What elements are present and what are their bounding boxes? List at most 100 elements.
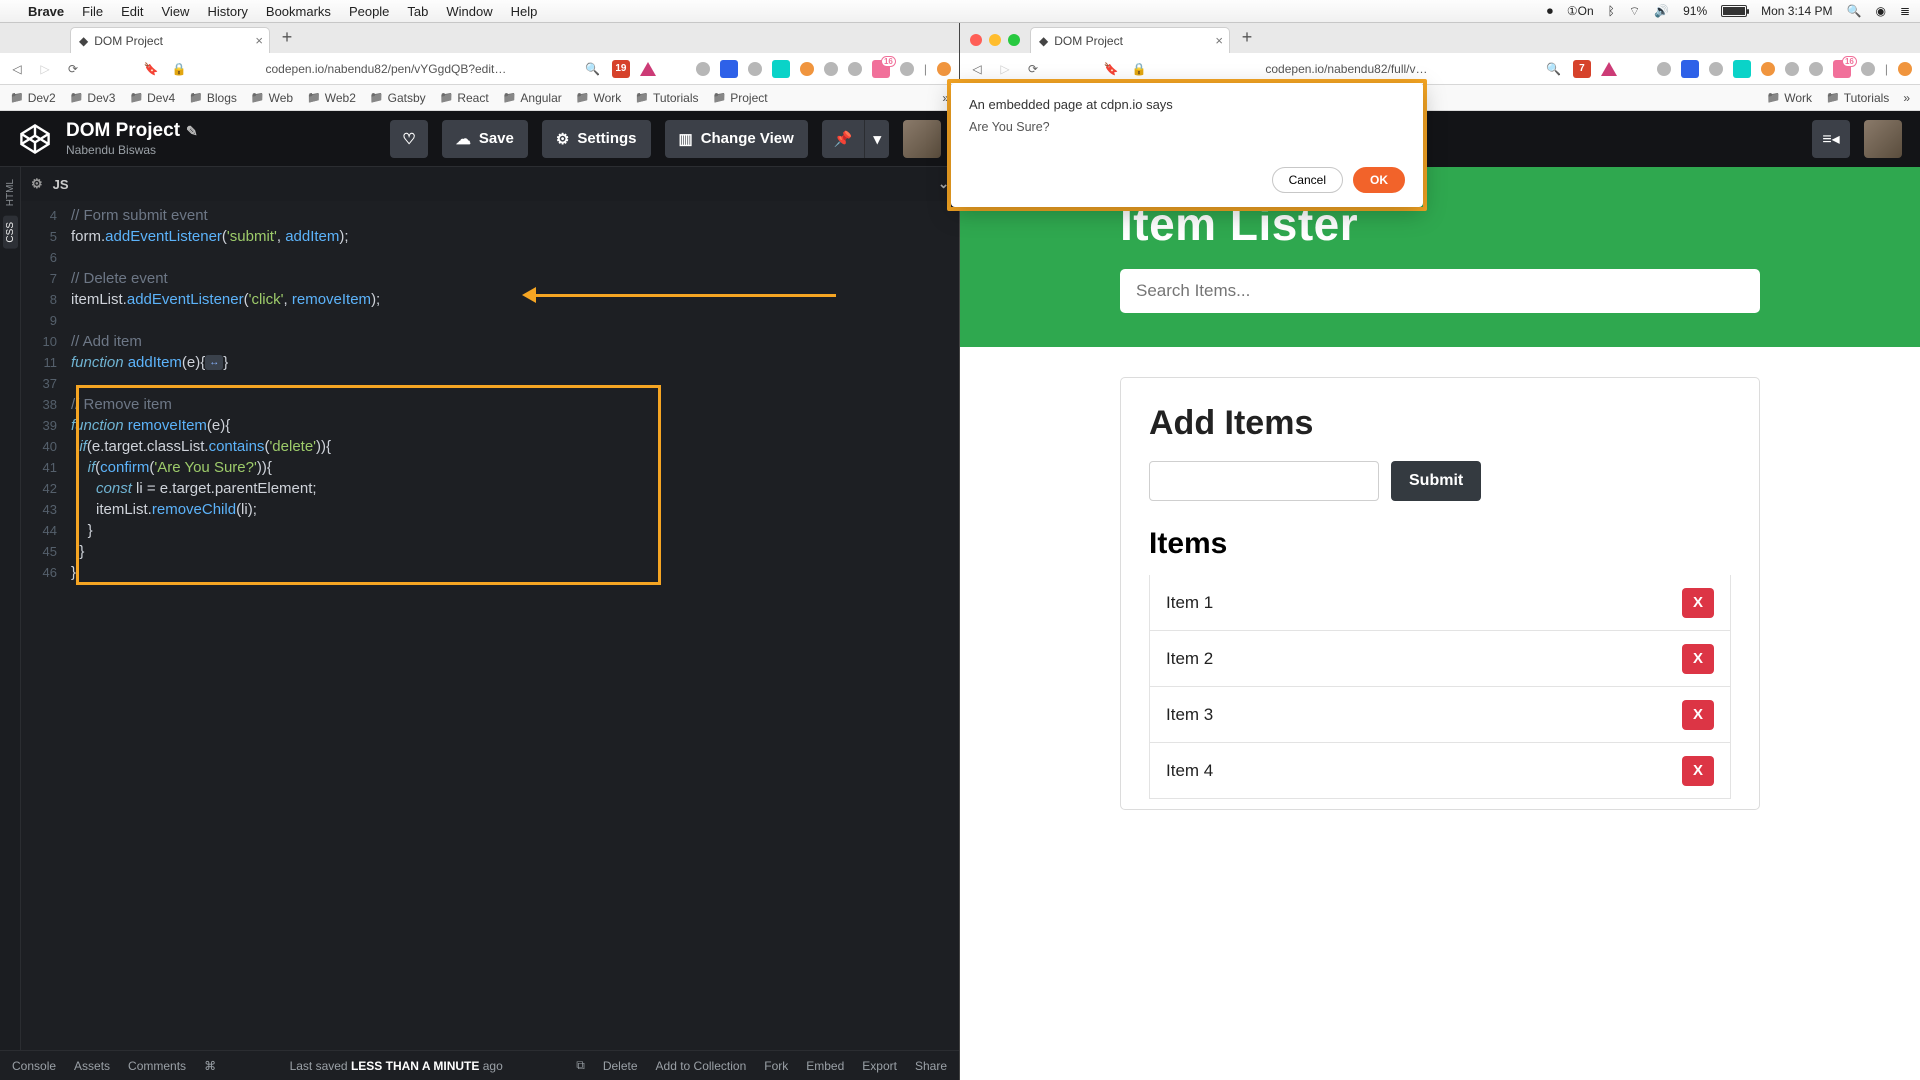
bm-folder[interactable]: Gatsby <box>370 91 426 105</box>
settings-button[interactable]: ⚙Settings <box>542 120 651 158</box>
brave-icon[interactable] <box>1601 62 1617 76</box>
traffic-lights-left[interactable] <box>10 34 60 46</box>
spotlight-icon[interactable]: 🔍 <box>1847 4 1862 18</box>
ext-icon[interactable] <box>800 62 814 76</box>
screen-record-icon[interactable]: ⏺︎ <box>1547 4 1553 19</box>
ext-icon[interactable] <box>872 60 890 78</box>
url-text[interactable]: codepen.io/nabendu82/pen/vYGgdQB?edit… <box>198 62 574 76</box>
menu-view[interactable]: View <box>162 4 190 19</box>
ext-icon[interactable] <box>1861 62 1875 76</box>
footer-share[interactable]: Share <box>915 1059 947 1073</box>
close-icon[interactable]: × <box>1215 33 1223 48</box>
ext-icon[interactable] <box>824 62 838 76</box>
delete-button[interactable]: X <box>1682 700 1714 730</box>
footer-delete[interactable]: Delete <box>603 1059 638 1073</box>
delete-button[interactable]: X <box>1682 644 1714 674</box>
browser-tab-left[interactable]: ◆ DOM Project × <box>70 27 270 53</box>
menu-window[interactable]: Window <box>446 4 492 19</box>
bm-folder[interactable]: Dev4 <box>129 91 175 105</box>
bm-overflow-icon[interactable]: » <box>942 91 949 105</box>
codepen-logo-icon[interactable] <box>18 122 52 156</box>
change-view-button[interactable]: ▥Change View <box>665 120 808 158</box>
menu-people[interactable]: People <box>349 4 389 19</box>
avatar[interactable] <box>903 120 941 158</box>
pin-dropdown-icon[interactable]: ▾ <box>864 120 889 158</box>
nav-back-icon[interactable]: ◁ <box>968 60 986 78</box>
footer-add-collection[interactable]: Add to Collection <box>656 1059 747 1073</box>
ext-icon[interactable] <box>1809 62 1823 76</box>
battery-icon[interactable] <box>1721 5 1747 17</box>
bm-folder[interactable]: Project <box>713 91 768 105</box>
ext-icon[interactable] <box>748 62 762 76</box>
ext-icon[interactable] <box>1709 62 1723 76</box>
ext-icon[interactable] <box>696 62 710 76</box>
pin-button[interactable]: 📌 <box>822 120 865 158</box>
bm-folder[interactable]: Work <box>576 91 621 105</box>
ext-icon[interactable] <box>1657 62 1671 76</box>
pen-title[interactable]: DOM Project <box>66 120 180 142</box>
traffic-lights-right[interactable] <box>970 34 1020 46</box>
edit-icon[interactable]: ✎ <box>186 123 198 140</box>
one-badge-icon[interactable]: ①On <box>1567 4 1594 18</box>
ext-icon[interactable] <box>1785 62 1799 76</box>
view-toggle-icon[interactable]: ≡◂ <box>1812 120 1850 158</box>
shield-badge-icon[interactable]: 19 <box>612 60 630 78</box>
brave-icon[interactable] <box>640 62 656 76</box>
pen-author[interactable]: Nabendu Biswas <box>66 143 198 157</box>
menu-help[interactable]: Help <box>511 4 538 19</box>
footer-assets[interactable]: Assets <box>74 1059 110 1073</box>
menu-bookmarks[interactable]: Bookmarks <box>266 4 331 19</box>
bm-folder[interactable]: Blogs <box>189 91 237 105</box>
nav-fwd-icon[interactable]: ▷ <box>996 60 1014 78</box>
nav-reload-icon[interactable]: ⟳ <box>1024 60 1042 78</box>
gear-icon[interactable]: ⚙ <box>31 176 43 192</box>
nav-reload-icon[interactable]: ⟳ <box>64 60 82 78</box>
bluetooth-icon[interactable]: ᛒ <box>1608 4 1615 18</box>
ext-icon[interactable] <box>720 60 738 78</box>
ext-icon[interactable] <box>1833 60 1851 78</box>
panel-tab-html[interactable]: HTML <box>3 173 18 212</box>
zoom-icon[interactable]: 🔍 <box>1545 60 1563 78</box>
code-editor[interactable]: 4// Form submit event 5form.addEventList… <box>21 201 959 1050</box>
footer-fork[interactable]: Fork <box>764 1059 788 1073</box>
menu-edit[interactable]: Edit <box>121 4 143 19</box>
shield-badge-icon[interactable]: 7 <box>1573 60 1591 78</box>
delete-button[interactable]: X <box>1682 588 1714 618</box>
ext-icon[interactable] <box>1733 60 1751 78</box>
cancel-button[interactable]: Cancel <box>1272 167 1343 193</box>
bm-folder[interactable]: Web <box>251 91 293 105</box>
wifi-icon[interactable]: ⌔ <box>1629 4 1640 19</box>
save-button[interactable]: ☁Save <box>442 120 528 158</box>
menubar-app[interactable]: Brave <box>28 4 64 19</box>
zoom-icon[interactable]: 🔍 <box>584 60 602 78</box>
chevron-down-icon[interactable]: ⌄ <box>938 176 949 192</box>
browser-tab-right[interactable]: ◆ DOM Project × <box>1030 27 1230 53</box>
volume-icon[interactable]: 🔊 <box>1654 4 1669 18</box>
footer-shortcuts-icon[interactable]: ⌘ <box>204 1059 216 1073</box>
nav-back-icon[interactable]: ◁ <box>8 60 26 78</box>
bookmark-icon[interactable]: 🔖 <box>142 60 160 78</box>
delete-button[interactable]: X <box>1682 756 1714 786</box>
bm-overflow-icon[interactable]: » <box>1903 91 1910 105</box>
bm-folder[interactable]: Tutorials <box>1826 91 1889 105</box>
add-item-input[interactable] <box>1149 461 1379 501</box>
editor-tab-js[interactable]: ⚙ JS ⌄ <box>21 167 959 201</box>
notification-icon[interactable]: ≣ <box>1900 4 1910 18</box>
clock[interactable]: Mon 3:14 PM <box>1761 4 1832 18</box>
bookmark-icon[interactable]: 🔖 <box>1102 60 1120 78</box>
submit-button[interactable]: Submit <box>1391 461 1481 501</box>
ok-button[interactable]: OK <box>1353 167 1405 193</box>
profile-icon[interactable] <box>937 62 951 76</box>
avatar[interactable] <box>1864 120 1902 158</box>
bm-folder[interactable]: Dev3 <box>70 91 116 105</box>
menu-history[interactable]: History <box>207 4 247 19</box>
ext-icon[interactable] <box>772 60 790 78</box>
nav-fwd-icon[interactable]: ▷ <box>36 60 54 78</box>
panel-tab-css[interactable]: CSS <box>3 216 18 249</box>
footer-embed[interactable]: Embed <box>806 1059 844 1073</box>
bm-folder[interactable]: React <box>440 91 489 105</box>
ext-icon[interactable] <box>900 62 914 76</box>
footer-console[interactable]: Console <box>12 1059 56 1073</box>
menu-tab[interactable]: Tab <box>407 4 428 19</box>
bm-folder[interactable]: Angular <box>503 91 562 105</box>
